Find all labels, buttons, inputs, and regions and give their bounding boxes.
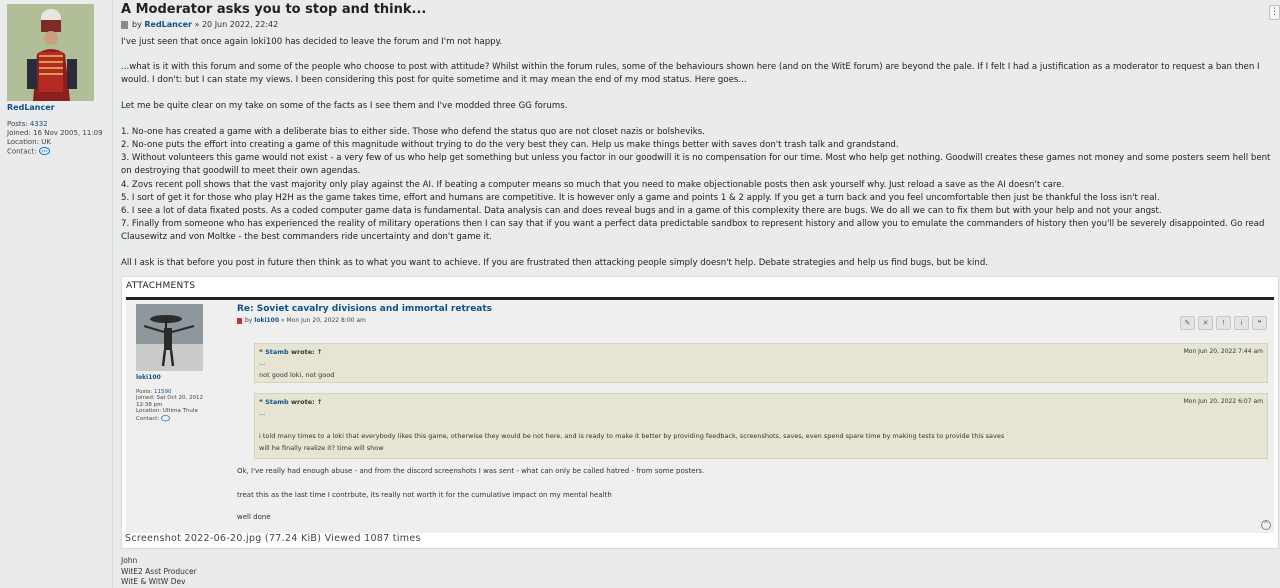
quote-line: not good loki, not good bbox=[259, 371, 335, 379]
delete-icon: ✕ bbox=[1198, 316, 1213, 330]
post-icon bbox=[237, 317, 242, 324]
location-label: Location: bbox=[136, 408, 162, 414]
list-item: 3. Without volunteers this game would no… bbox=[121, 153, 1271, 177]
signature-line: WitE2 Asst Producer bbox=[121, 566, 197, 576]
attachments-heading: ATTACHMENTS bbox=[126, 281, 196, 291]
list-item: 1. No-one has created a game with a deli… bbox=[121, 126, 705, 137]
post-date: » 20 Jun 2022, 22:42 bbox=[194, 20, 279, 29]
contact-label: Contact: bbox=[136, 415, 160, 422]
signature-line: John bbox=[121, 556, 138, 565]
by-label: by bbox=[245, 317, 253, 324]
attachment-caption[interactable]: Screenshot 2022-06-20.jpg (77.24 KiB) Vi… bbox=[125, 533, 421, 544]
user-avatar[interactable] bbox=[7, 4, 94, 101]
posts-count: 11590 bbox=[153, 388, 172, 395]
quote-cite: ❝ Stamb wrote: ↑ bbox=[259, 348, 323, 356]
quote-line: i told many times to a loki that everybo… bbox=[259, 432, 1005, 440]
quote-line: ... bbox=[259, 409, 266, 417]
profile-username[interactable]: RedLancer bbox=[7, 103, 55, 112]
list-item: 7. Finally from someone who has experien… bbox=[121, 219, 1265, 243]
quote-block: ❝ Stamb wrote: ↑ Mon Jun 20, 2022 6:07 a… bbox=[254, 393, 1268, 459]
posts-label: Posts: bbox=[136, 388, 153, 395]
screenshot-body-line: Ok, I've really had enough abuse - and f… bbox=[237, 467, 705, 475]
screenshot-body-line: well done bbox=[237, 513, 271, 521]
paragraph: I've just seen that once again loki100 h… bbox=[121, 37, 503, 47]
screenshot-username: loki100 bbox=[136, 374, 161, 381]
screenshot-body-line: treat this as the last time I contrbute,… bbox=[237, 491, 612, 499]
by-label: by bbox=[132, 20, 142, 29]
joined-label: Joined: bbox=[136, 395, 155, 401]
screenshot-date: » Mon Jun 20, 2022 8:00 am bbox=[280, 317, 366, 324]
attachments-box: ATTACHMENTS loki100 Posts: 11590 Joined:… bbox=[121, 276, 1279, 549]
profile-details: Posts: 4332 Joined: 16 Nov 2005, 11:09 L… bbox=[7, 120, 103, 157]
post-menu-button[interactable]: ⋮ bbox=[1269, 5, 1280, 20]
quote-date: Mon Jun 20, 2022 7:44 am bbox=[1183, 348, 1263, 355]
contact-label: Contact: bbox=[7, 147, 37, 156]
quote-wrote: wrote: ↑ bbox=[290, 348, 323, 356]
screenshot-profile: loki100 Posts: 11590 Joined: Sat Oct 20,… bbox=[136, 304, 216, 422]
quote-block: ❝ Stamb wrote: ↑ Mon Jun 20, 2022 7:44 a… bbox=[254, 343, 1268, 383]
location-label: Location: bbox=[7, 138, 39, 146]
post-body: I've just seen that once again loki100 h… bbox=[121, 36, 1280, 270]
back-to-top-icon: ^ bbox=[1261, 520, 1271, 530]
screenshot-byline: by loki100 » Mon Jun 20, 2022 8:00 am bbox=[237, 317, 1267, 324]
posts-label: Posts: bbox=[7, 120, 28, 128]
quote-author: Stamb bbox=[265, 398, 289, 406]
joined-label: Joined: bbox=[7, 129, 31, 137]
contact-bubble-icon[interactable] bbox=[38, 147, 50, 156]
contact-bubble-icon bbox=[161, 414, 170, 421]
joined-date: 16 Nov 2005, 11:09 bbox=[33, 129, 103, 137]
quote-icon: ❝ bbox=[1252, 316, 1267, 330]
post-byline: by RedLancer » 20 Jun 2022, 22:42 bbox=[121, 20, 278, 29]
paragraph: All I ask is that before you post in fut… bbox=[121, 257, 989, 268]
screenshot-avatar bbox=[136, 304, 203, 371]
avatar-image bbox=[7, 4, 94, 101]
post-title[interactable]: A Moderator asks you to stop and think..… bbox=[121, 2, 426, 17]
screenshot-avatar-image bbox=[136, 304, 203, 371]
quote-cite: ❝ Stamb wrote: ↑ bbox=[259, 398, 323, 406]
list-item: 5. I sort of get it for those who play H… bbox=[121, 192, 1160, 203]
location-value: Ultima Thule bbox=[162, 408, 198, 414]
list-item: 2. No-one puts the effort into creating … bbox=[121, 140, 899, 151]
screenshot-post-title: Re: Soviet cavalry divisions and immorta… bbox=[237, 304, 493, 314]
quote-line: ... bbox=[259, 359, 266, 367]
screenshot-post-actions: ✎ ✕! i ❝ bbox=[1177, 310, 1267, 330]
report-icon: ! bbox=[1216, 316, 1231, 330]
location-value: UK bbox=[41, 138, 51, 146]
paragraph: Let me be quite clear on my take on some… bbox=[121, 100, 568, 111]
screenshot-profile-details: Posts: 11590 Joined: Sat Oct 20, 2012 12… bbox=[136, 389, 216, 423]
quote-line: will he finally realize it? time will sh… bbox=[259, 444, 384, 452]
paragraph: ...what is it with this forum and some o… bbox=[121, 62, 1260, 86]
list-item: 4. Zovs recent poll shows that the vast … bbox=[121, 179, 1065, 190]
attachment-screenshot[interactable]: loki100 Posts: 11590 Joined: Sat Oct 20,… bbox=[126, 297, 1274, 533]
posts-count[interactable]: 4332 bbox=[30, 120, 48, 128]
info-icon: i bbox=[1234, 316, 1249, 330]
quote-date: Mon Jun 20, 2022 6:07 am bbox=[1183, 398, 1263, 405]
quote-wrote: wrote: ↑ bbox=[290, 398, 323, 406]
column-divider bbox=[112, 0, 113, 588]
list-item: 6. I see a lot of data fixated posts. As… bbox=[121, 206, 1162, 217]
post-author[interactable]: RedLancer bbox=[144, 20, 192, 29]
signature: John WitE2 Asst Producer WitE & WitW Dev bbox=[121, 556, 197, 588]
post-icon[interactable] bbox=[121, 20, 128, 29]
quote-author: Stamb bbox=[265, 348, 289, 356]
edit-icon: ✎ bbox=[1180, 316, 1195, 330]
screenshot-author: loki100 bbox=[254, 317, 280, 324]
screenshot-post: Re: Soviet cavalry divisions and immorta… bbox=[237, 304, 1268, 521]
post-profile: RedLancer Posts: 4332 Joined: 16 Nov 200… bbox=[0, 0, 112, 588]
signature-line: WitE & WitW Dev bbox=[121, 577, 186, 586]
